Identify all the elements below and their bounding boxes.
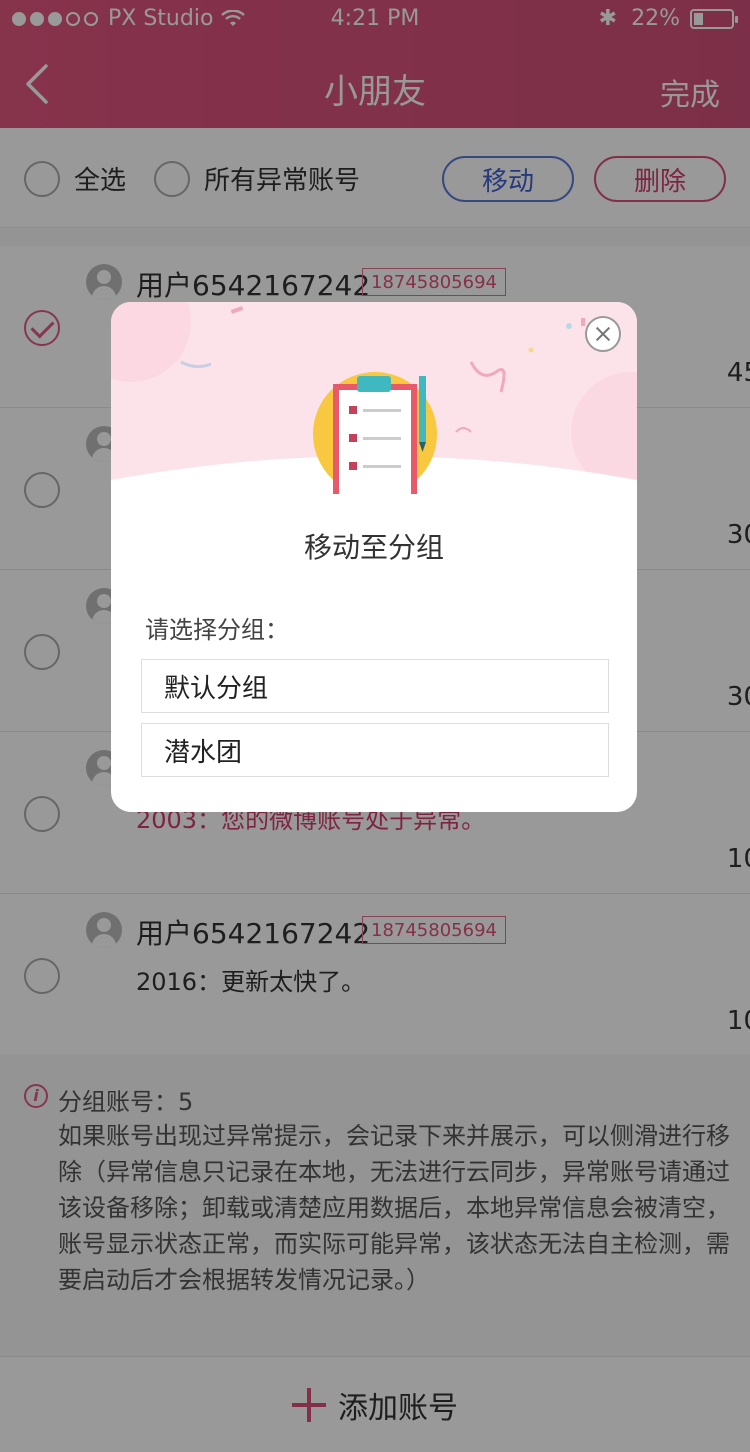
select-group-label: 请选择分组： — [145, 616, 289, 644]
close-icon[interactable] — [585, 316, 621, 352]
clipboard-icon — [313, 372, 437, 494]
dialog-title: 移动至分组 — [303, 531, 444, 564]
move-to-group-dialog: 移动至分组 请选择分组： 默认分组 潜水团 — [111, 302, 637, 812]
group-option-default[interactable]: 默认分组 — [141, 659, 609, 713]
group-option-diving[interactable]: 潜水团 — [141, 723, 609, 777]
